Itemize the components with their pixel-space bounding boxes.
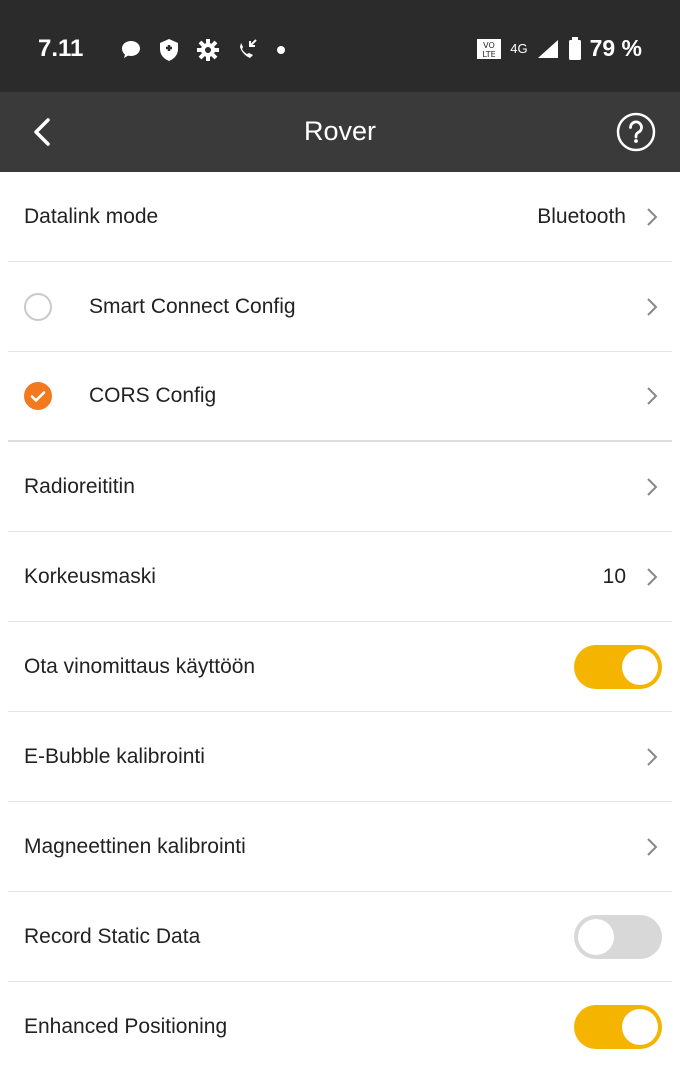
battery-icon xyxy=(568,36,581,60)
tilt-survey-label: Ota vinomittaus käyttöön xyxy=(24,654,256,678)
status-time: 7.11 xyxy=(38,35,84,62)
chevron-right-icon xyxy=(647,207,658,226)
e-bubble-calibration-label: E-Bubble kalibrointi xyxy=(24,744,205,768)
datalink-mode-value: Bluetooth xyxy=(537,204,626,228)
app-bar: Rover xyxy=(0,92,680,172)
korkeusmaski-value: 10 xyxy=(602,564,626,588)
checkmark-icon xyxy=(30,391,46,402)
chevron-right-icon xyxy=(647,747,658,766)
signal-icon xyxy=(537,39,558,58)
chat-icon xyxy=(122,41,140,58)
status-right: VO LTE 4G 79 % xyxy=(476,35,642,62)
network-type: 4G xyxy=(510,41,528,56)
korkeusmaski-row[interactable]: Korkeusmaski 10 xyxy=(8,532,672,622)
cors-config-radio[interactable] xyxy=(24,382,52,410)
tilt-survey-row: Ota vinomittaus käyttöön xyxy=(8,622,672,712)
enhanced-positioning-label: Enhanced Positioning xyxy=(24,1015,228,1038)
record-static-data-toggle[interactable] xyxy=(574,914,662,959)
magnetic-calibration-row[interactable]: Magneettinen kalibrointi xyxy=(8,802,672,892)
datalink-mode-label: Datalink mode xyxy=(24,204,159,228)
battery-percent: 79 % xyxy=(589,35,642,61)
chevron-right-icon xyxy=(647,567,658,586)
magnetic-calibration-label: Magneettinen kalibrointi xyxy=(24,834,246,858)
dot-icon xyxy=(277,46,285,54)
chevron-right-icon xyxy=(647,297,658,316)
settings-list: Datalink mode Bluetooth Smart Connect Co… xyxy=(0,172,680,1072)
svg-text:LTE: LTE xyxy=(483,50,496,59)
page-title: Rover xyxy=(303,116,377,146)
korkeusmaski-label: Korkeusmaski xyxy=(24,564,156,588)
chevron-right-icon xyxy=(647,837,658,856)
status-icons xyxy=(120,35,286,65)
toggle-knob xyxy=(622,648,658,685)
help-icon[interactable] xyxy=(614,110,658,154)
toggle-knob xyxy=(578,918,614,955)
cors-config-label: CORS Config xyxy=(89,384,217,407)
chevron-right-icon xyxy=(647,477,658,496)
smart-connect-config-row[interactable]: Smart Connect Config xyxy=(8,262,672,352)
chevron-right-icon xyxy=(647,387,658,405)
record-static-data-label: Record Static Data xyxy=(24,924,201,948)
cors-config-row[interactable]: CORS Config xyxy=(8,352,672,442)
record-static-data-row: Record Static Data xyxy=(8,892,672,982)
radioreititin-row[interactable]: Radioreititin xyxy=(8,442,672,532)
smart-connect-radio[interactable] xyxy=(24,292,52,321)
enhanced-positioning-row: Enhanced Positioning xyxy=(8,982,672,1072)
smart-connect-config-label: Smart Connect Config xyxy=(89,294,296,318)
status-bar: 7.11 VO LTE 4G 79 % xyxy=(0,0,680,92)
e-bubble-calibration-row[interactable]: E-Bubble kalibrointi xyxy=(8,712,672,802)
enhanced-positioning-toggle[interactable] xyxy=(574,1005,662,1049)
datalink-mode-row[interactable]: Datalink mode Bluetooth xyxy=(8,172,672,262)
svg-text:VO: VO xyxy=(483,41,495,50)
radioreititin-label: Radioreititin xyxy=(24,474,135,498)
call-icon xyxy=(240,39,257,58)
tilt-survey-toggle[interactable] xyxy=(574,644,662,689)
volte-icon: VOLTE xyxy=(477,38,502,59)
gear-icon xyxy=(197,39,219,61)
shield-icon xyxy=(160,39,178,61)
toggle-knob xyxy=(622,1009,658,1045)
